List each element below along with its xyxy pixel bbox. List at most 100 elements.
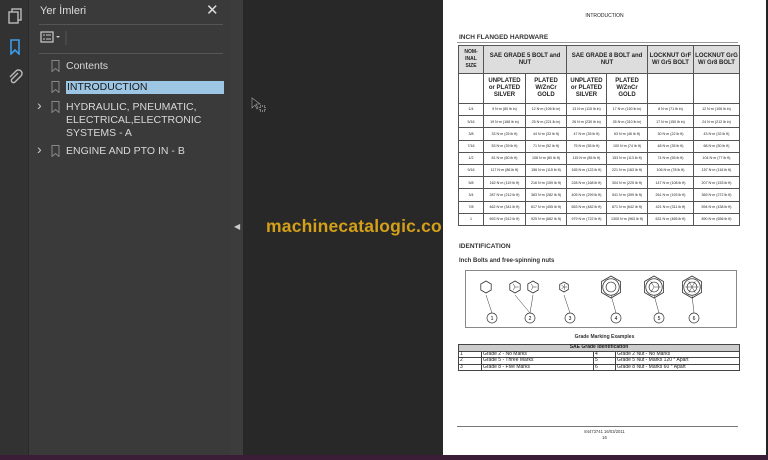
figure-label: 5 xyxy=(658,316,661,322)
table-row: 5/16 19 N·m (168 lb in) 25 N·m (221 lb in)… xyxy=(458,115,740,129)
table-cell: 7/16 xyxy=(458,139,484,153)
table-cell: 106 N·m (78 lb ft) xyxy=(647,163,694,178)
chevron-right-icon[interactable]: › xyxy=(37,142,42,156)
column-header: LOCKNUT GrG W/ Gr8 BOLT xyxy=(693,45,740,74)
table-cell: 9/16 xyxy=(458,163,484,178)
column-header: NOM-INAL SIZE xyxy=(458,45,484,74)
table-cell: 594 N·m (438 lb ft) xyxy=(693,200,740,214)
table-cell: 8 N·m (71 lb in) xyxy=(647,102,694,117)
table-cell: 43 N·m (32 lb ft) xyxy=(693,127,740,141)
rule xyxy=(457,426,738,427)
footer-code: 84473741 16/03/2011 xyxy=(584,429,625,434)
table-cell: 100 N·m (74 lb ft) xyxy=(606,139,648,153)
bookmark-label[interactable]: HYDRAULIC, PNEUMATIC, ELECTRICAL,ELECTRO… xyxy=(66,101,224,140)
figure-label: 2 xyxy=(529,316,532,322)
table-cell: 108 N·m (80 lb ft) xyxy=(525,151,567,165)
chevron-right-icon[interactable]: › xyxy=(37,98,42,112)
column-subheader: PLATED W/ZnCr GOLD xyxy=(525,73,567,104)
taskbar-strip xyxy=(0,455,768,460)
column-subheader xyxy=(647,73,694,104)
rule xyxy=(457,42,738,43)
section-title: INCH FLANGED HARDWARE xyxy=(459,34,549,41)
table-cell: 261 N·m (193 lb ft) xyxy=(647,188,694,202)
table-cell: 9 N·m (80 lb in) xyxy=(483,102,526,117)
table-cell: 369 N·m (272 lb ft) xyxy=(693,188,740,202)
table-cell: 653 N·m (482 lb ft) xyxy=(566,200,607,214)
table-cell: 216 N·m (159 lb ft) xyxy=(525,176,567,190)
bookmark-flag-icon xyxy=(51,101,60,113)
table-cell: 63 N·m (46 lb ft) xyxy=(606,127,648,141)
table-cell: 1305 N·m (963 lb ft) xyxy=(606,212,648,226)
bookmark-label[interactable]: Contents xyxy=(66,60,224,73)
bookmark-label[interactable]: INTRODUCTION xyxy=(66,81,224,94)
table-cell: 157 N·m (116 lb ft) xyxy=(693,163,740,178)
pages-icon[interactable] xyxy=(7,8,23,24)
column-header: SAE GRADE 8 BOLT and NUT xyxy=(566,45,648,74)
torque-table: NOM-INAL SIZE SAE GRADE 5 BOLT and NUT SAE… xyxy=(458,45,740,226)
table-cell: 24 N·m (212 lb in) xyxy=(693,115,740,129)
table-row: 5/8 162 N·m (119 lb ft) 216 N·m (159 lb ft… xyxy=(458,176,740,190)
column-subheader: UNPLATED or PLATED SILVER xyxy=(483,73,526,104)
identification-heading: IDENTIFICATION xyxy=(459,243,511,250)
subtitle: Inch Bolts and free-spinning nuts xyxy=(459,258,555,264)
attachment-icon[interactable] xyxy=(7,69,23,85)
column-header: LOCKNUT GrF W/ Gr5 BOLT xyxy=(647,45,694,74)
table-cell: 71 N·m (52 lb ft) xyxy=(525,139,567,153)
table-row: 1 693 N·m (512 lb ft) 925 N·m (682 lb ft) 9… xyxy=(458,212,740,226)
table-cell: 81 N·m (60 lb ft) xyxy=(483,151,526,165)
table-cell: 631 N·m (465 lb ft) xyxy=(647,212,694,226)
pdf-page: INTRODUCTION INCH FLANGED HARDWARE NOM-I… xyxy=(443,0,766,455)
bookmarks-panel: Yer İmleri ✕ Contents INTRODUCTION › HYDRAU… xyxy=(29,0,230,455)
table-cell: 48 N·m (35 lb ft) xyxy=(647,139,694,153)
table-cell: 3/4 xyxy=(458,188,484,202)
bolt-head-shape xyxy=(601,275,621,299)
table-cell: 147 N·m (108 lb ft) xyxy=(647,176,694,190)
bookmark-label[interactable]: ENGINE AND PTO IN - B xyxy=(66,145,224,158)
table-cell: 925 N·m (682 lb ft) xyxy=(525,212,567,226)
table-cell: 890 N·m (656 lb ft) xyxy=(693,212,740,226)
column-subheader: PLATED W/ZnCr GOLD xyxy=(606,73,648,104)
table-cell: 287 N·m (212 lb ft) xyxy=(483,188,526,202)
options-menu-button[interactable] xyxy=(40,31,68,45)
figure-label: 6 xyxy=(693,316,696,322)
table-cell: 30 N·m (22 lb ft) xyxy=(647,127,694,141)
watermark: machinecatalogic.com xyxy=(266,216,458,236)
divider xyxy=(39,24,223,25)
panel-collapse-strip[interactable]: ◀ xyxy=(230,0,243,455)
table-cell: 156 N·m (115 lb ft) xyxy=(525,163,567,178)
close-icon[interactable]: ✕ xyxy=(206,1,219,19)
bookmark-flag-icon xyxy=(51,60,60,72)
grade-cell: Grade 8 - Five Marks xyxy=(481,363,594,371)
table-cell: 3/8 xyxy=(458,127,484,141)
bolt-head-shape xyxy=(480,280,492,294)
table-cell: 33 N·m (25 lb ft) xyxy=(483,127,526,141)
table-cell: 617 N·m (455 lb ft) xyxy=(525,200,567,214)
table-cell: 104 N·m (77 lb ft) xyxy=(693,151,740,165)
table-cell: 7/8 xyxy=(458,200,484,214)
collapse-arrow-icon[interactable]: ◀ xyxy=(234,222,240,231)
table-cell: 221 N·m (163 lb ft) xyxy=(606,163,648,178)
table-cell: 19 N·m (168 lb in) xyxy=(483,115,526,129)
table-cell: 153 N·m (113 lb ft) xyxy=(606,151,648,165)
table-cell: 115 N·m (85 lb ft) xyxy=(566,151,607,165)
table-cell: 25 N·m (221 lb in) xyxy=(525,115,567,129)
grade-cell: 3 xyxy=(458,363,482,371)
table-cell: 117 N·m (86 lb ft) xyxy=(483,163,526,178)
page-number: 16 xyxy=(602,435,607,440)
table-cell: 17 N·m (150 lb in) xyxy=(606,102,648,117)
table-cell: 1 xyxy=(458,212,484,226)
figure-label: 4 xyxy=(615,316,618,322)
table-cell: 405 N·m (299 lb ft) xyxy=(566,188,607,202)
table-cell: 17 N·m (150 lb in) xyxy=(647,115,694,129)
table-cell: 74 N·m (55 lb ft) xyxy=(647,151,694,165)
grade-row: 3 Grade 8 - Five Marks 6 Grade 8 Nut - Mark… xyxy=(458,363,740,371)
figure-label: 3 xyxy=(569,316,572,322)
bookmark-icon[interactable] xyxy=(7,39,23,55)
table-cell: 12 N·m (106 lb in) xyxy=(525,102,567,117)
table-row: 3/8 33 N·m (25 lb ft) 44 N·m (33 lb ft) 47 … xyxy=(458,127,740,141)
table-row: 7/8 462 N·m (341 lb ft) 617 N·m (455 lb ft… xyxy=(458,200,740,214)
table-cell: 13 N·m (115 lb in) xyxy=(566,102,607,117)
table-cell: 68 N·m (50 lb ft) xyxy=(693,139,740,153)
column-subheader xyxy=(458,73,484,104)
table-row: 7/16 53 N·m (39 lb ft) 71 N·m (52 lb ft) 75… xyxy=(458,139,740,153)
